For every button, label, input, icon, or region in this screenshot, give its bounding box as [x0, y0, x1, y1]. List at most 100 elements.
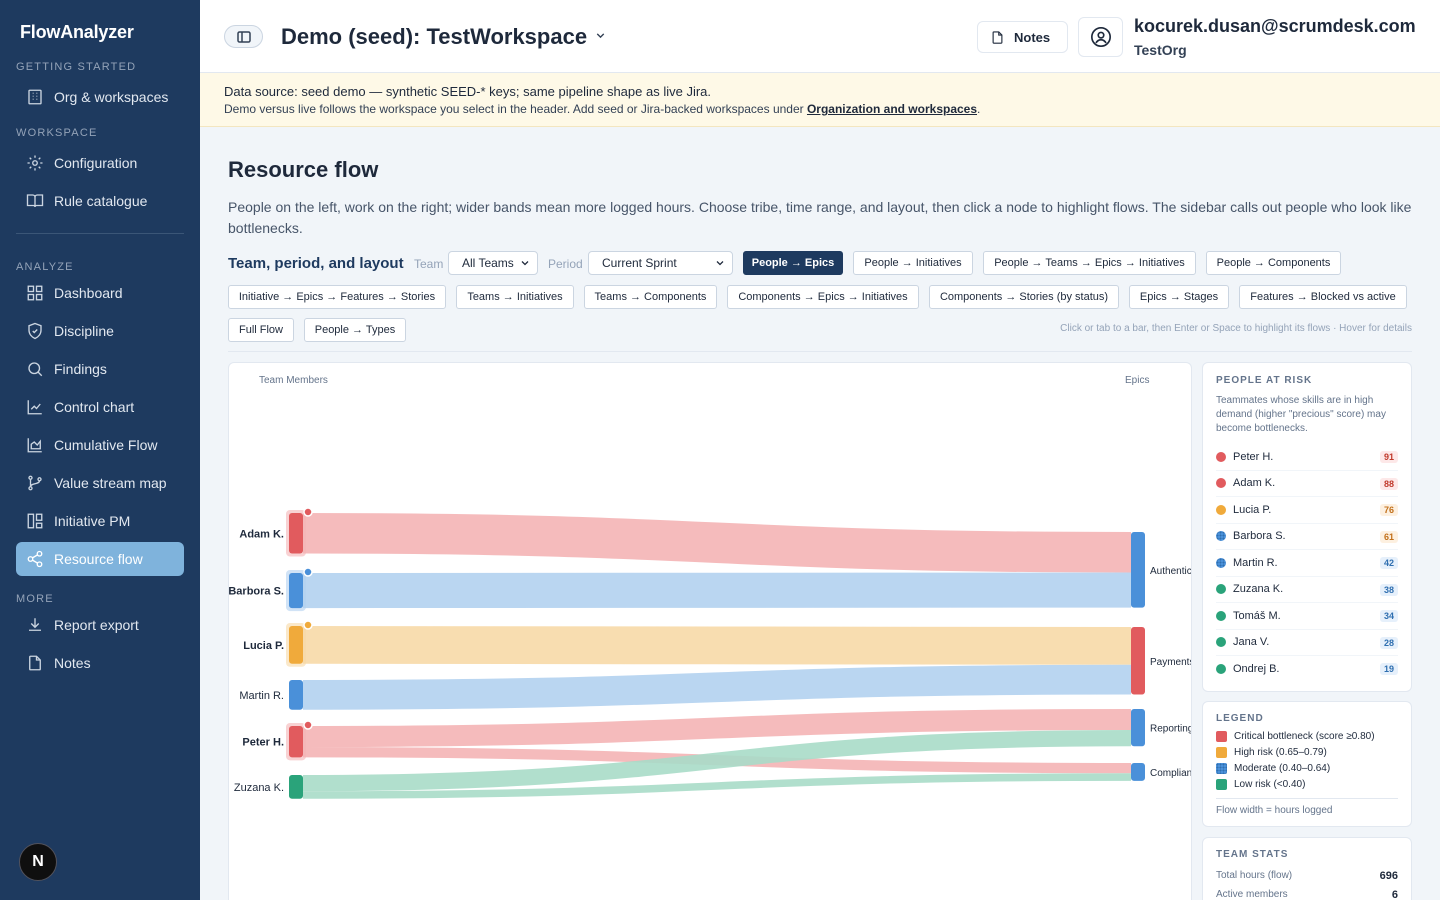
nav-section-getting-started: Getting started — [16, 61, 137, 73]
risk-row[interactable]: Zuzana K. 38 — [1216, 577, 1398, 603]
risk-row[interactable]: Tomáš M. 34 — [1216, 603, 1398, 630]
notes-button[interactable]: Notes — [977, 21, 1068, 53]
stat-label: Total hours (flow) — [1216, 870, 1293, 881]
user-icon — [1090, 27, 1111, 47]
sankey-left-label: Barbora S. — [229, 586, 284, 598]
risk-dot — [1216, 584, 1226, 595]
sidebar-item-configuration[interactable]: Configuration — [16, 146, 184, 180]
risk-row[interactable]: Jana V. 28 — [1216, 630, 1398, 656]
risk-person-name: Lucia P. — [1233, 503, 1272, 516]
layout-components-epics-initiatives[interactable]: Components → Epics → Initiatives — [727, 285, 919, 309]
workspace-title[interactable]: Demo (seed): TestWorkspace — [281, 24, 587, 50]
sankey-node-adam-k-[interactable] — [289, 513, 303, 554]
next-badge[interactable]: N — [19, 843, 57, 881]
layout-components-stories-status[interactable]: Components → Stories (by status) — [929, 285, 1119, 309]
risk-flag-dot — [303, 620, 313, 630]
sidebar-item-report-export[interactable]: Report export — [16, 608, 184, 642]
risk-row[interactable]: Adam K. 88 — [1216, 471, 1398, 497]
sidebar-item-initiative-pm[interactable]: Initiative PM — [16, 504, 184, 538]
team-select-value: All Teams — [462, 256, 514, 270]
area-chart-icon — [27, 438, 42, 453]
sidebar-item-resource-flow[interactable]: Resource flow — [16, 542, 184, 576]
layout-teams-initiatives[interactable]: Teams → Initiatives — [456, 285, 574, 309]
sidebar-item-label: Rule catalogue — [54, 193, 148, 209]
panel-icon — [236, 30, 251, 43]
sankey-right-label: Payments — [1150, 657, 1192, 668]
risk-row[interactable]: Martin R. 42 — [1216, 550, 1398, 577]
sidebar-item-control-chart[interactable]: Control chart — [16, 390, 184, 424]
nav-section-workspace: Workspace — [16, 127, 98, 139]
legend-swatch — [1216, 730, 1227, 742]
risk-panel-title: People at risk — [1216, 375, 1313, 386]
legend-footer: Flow width = hours logged — [1216, 798, 1398, 816]
stat-value: 6 — [1391, 888, 1398, 900]
period-label: Period — [548, 257, 583, 271]
team-select[interactable]: All Teams — [448, 251, 538, 275]
risk-list: Peter H. 91 Adam K. 88 Lucia P. 76 Barbora S. 6… — [1216, 444, 1398, 683]
sidebar-item-label: Value stream map — [54, 475, 167, 491]
sidebar-item-label: Resource flow — [54, 551, 143, 567]
sankey-node-barbora-s-[interactable] — [289, 573, 303, 609]
top-header: Demo (seed): TestWorkspace Notes kocurek… — [200, 0, 1440, 73]
user-avatar-button[interactable] — [1078, 17, 1123, 57]
sankey-node-compliance[interactable] — [1131, 763, 1145, 781]
sankey-node-payments[interactable] — [1131, 627, 1145, 695]
risk-person-name: Barbora S. — [1233, 530, 1286, 543]
legend-label: High risk (0.65–0.79) — [1234, 746, 1327, 758]
layout-people-initiatives[interactable]: People → Initiatives — [853, 251, 973, 275]
layout-people-components[interactable]: People → Components — [1206, 251, 1341, 275]
stat-row: Total hours (flow) 696 — [1216, 866, 1398, 885]
sidebar-item-cumulative-flow[interactable]: Cumulative Flow — [16, 428, 184, 462]
chevron-down-icon[interactable] — [594, 29, 607, 42]
git-branch-icon — [28, 475, 42, 491]
period-select[interactable]: Current Sprint — [588, 251, 733, 275]
sankey-node-authentication[interactable] — [1131, 532, 1145, 608]
sidebar-item-dashboard[interactable]: Dashboard — [16, 276, 184, 310]
layout-teams-components[interactable]: Teams → Components — [584, 285, 717, 309]
sankey-node-martin-r-[interactable] — [289, 680, 303, 710]
nav-divider — [16, 233, 184, 234]
sidebar-item-rule-catalogue[interactable]: Rule catalogue — [16, 184, 184, 218]
risk-score-badge: 91 — [1379, 451, 1398, 463]
risk-person-name: Adam K. — [1233, 477, 1276, 490]
chevron-down-icon — [716, 261, 724, 266]
layout-features-blocked-active[interactable]: Features → Blocked vs active — [1239, 285, 1407, 309]
risk-row[interactable]: Lucia P. 76 — [1216, 497, 1398, 524]
sankey-node-zuzana-k-[interactable] — [289, 775, 303, 799]
sidebar-item-notes[interactable]: Notes — [16, 646, 184, 680]
team-label: Team — [414, 257, 444, 271]
risk-row[interactable]: Ondrej B. 19 — [1216, 656, 1398, 683]
gear-icon — [27, 155, 43, 171]
sankey-right-label: Compliance — [1150, 768, 1192, 779]
banner-line-2-end: . — [977, 102, 981, 116]
sankey-node-peter-h-[interactable] — [289, 726, 303, 758]
layout-people-teams-epics-initiatives[interactable]: People → Teams → Epics → Initiatives — [983, 251, 1196, 275]
grid-icon — [27, 285, 43, 301]
sidebar-item-discipline[interactable]: Discipline — [16, 314, 184, 348]
sidebar-item-value-stream-map[interactable]: Value stream map — [16, 466, 184, 500]
sankey-left-label: Lucia P. — [243, 640, 284, 652]
sidebar-item-findings[interactable]: Findings — [16, 352, 184, 386]
sankey-node-lucia-p-[interactable] — [289, 626, 303, 664]
controls-divider — [228, 351, 1412, 352]
sidebar-item-label: Org & workspaces — [54, 89, 169, 105]
risk-dot — [1216, 451, 1226, 462]
layout-epics-stages[interactable]: Epics → Stages — [1129, 285, 1229, 309]
sankey-chart-card: Team Members Epics Adam K. Barbora S. Lucia … — [228, 362, 1192, 900]
risk-dot — [1216, 531, 1226, 542]
layout-full-flow[interactable]: Full Flow — [228, 318, 294, 342]
risk-row[interactable]: Barbora S. 61 — [1216, 524, 1398, 550]
layout-initiative-epics-features-stories[interactable]: Initiative → Epics → Features → Stories — [228, 285, 446, 309]
org-workspaces-link[interactable]: Organization and workspaces — [807, 102, 977, 116]
risk-person-name: Ondrej B. — [1233, 663, 1280, 676]
page-description: People on the left, work on the right; w… — [228, 199, 1412, 236]
sidebar-item-org-workspaces[interactable]: Org & workspaces — [16, 80, 184, 114]
risk-row[interactable]: Peter H. 91 — [1216, 444, 1398, 471]
sankey-node-reporting[interactable] — [1131, 709, 1145, 747]
layout-people-epics[interactable]: People → Epics — [743, 251, 843, 275]
risk-dot — [1216, 637, 1226, 648]
sidebar-toggle-button[interactable] — [224, 25, 263, 48]
file-icon — [29, 655, 41, 671]
layout-people-types[interactable]: People → Types — [304, 318, 406, 342]
sankey-link — [302, 572, 1132, 609]
